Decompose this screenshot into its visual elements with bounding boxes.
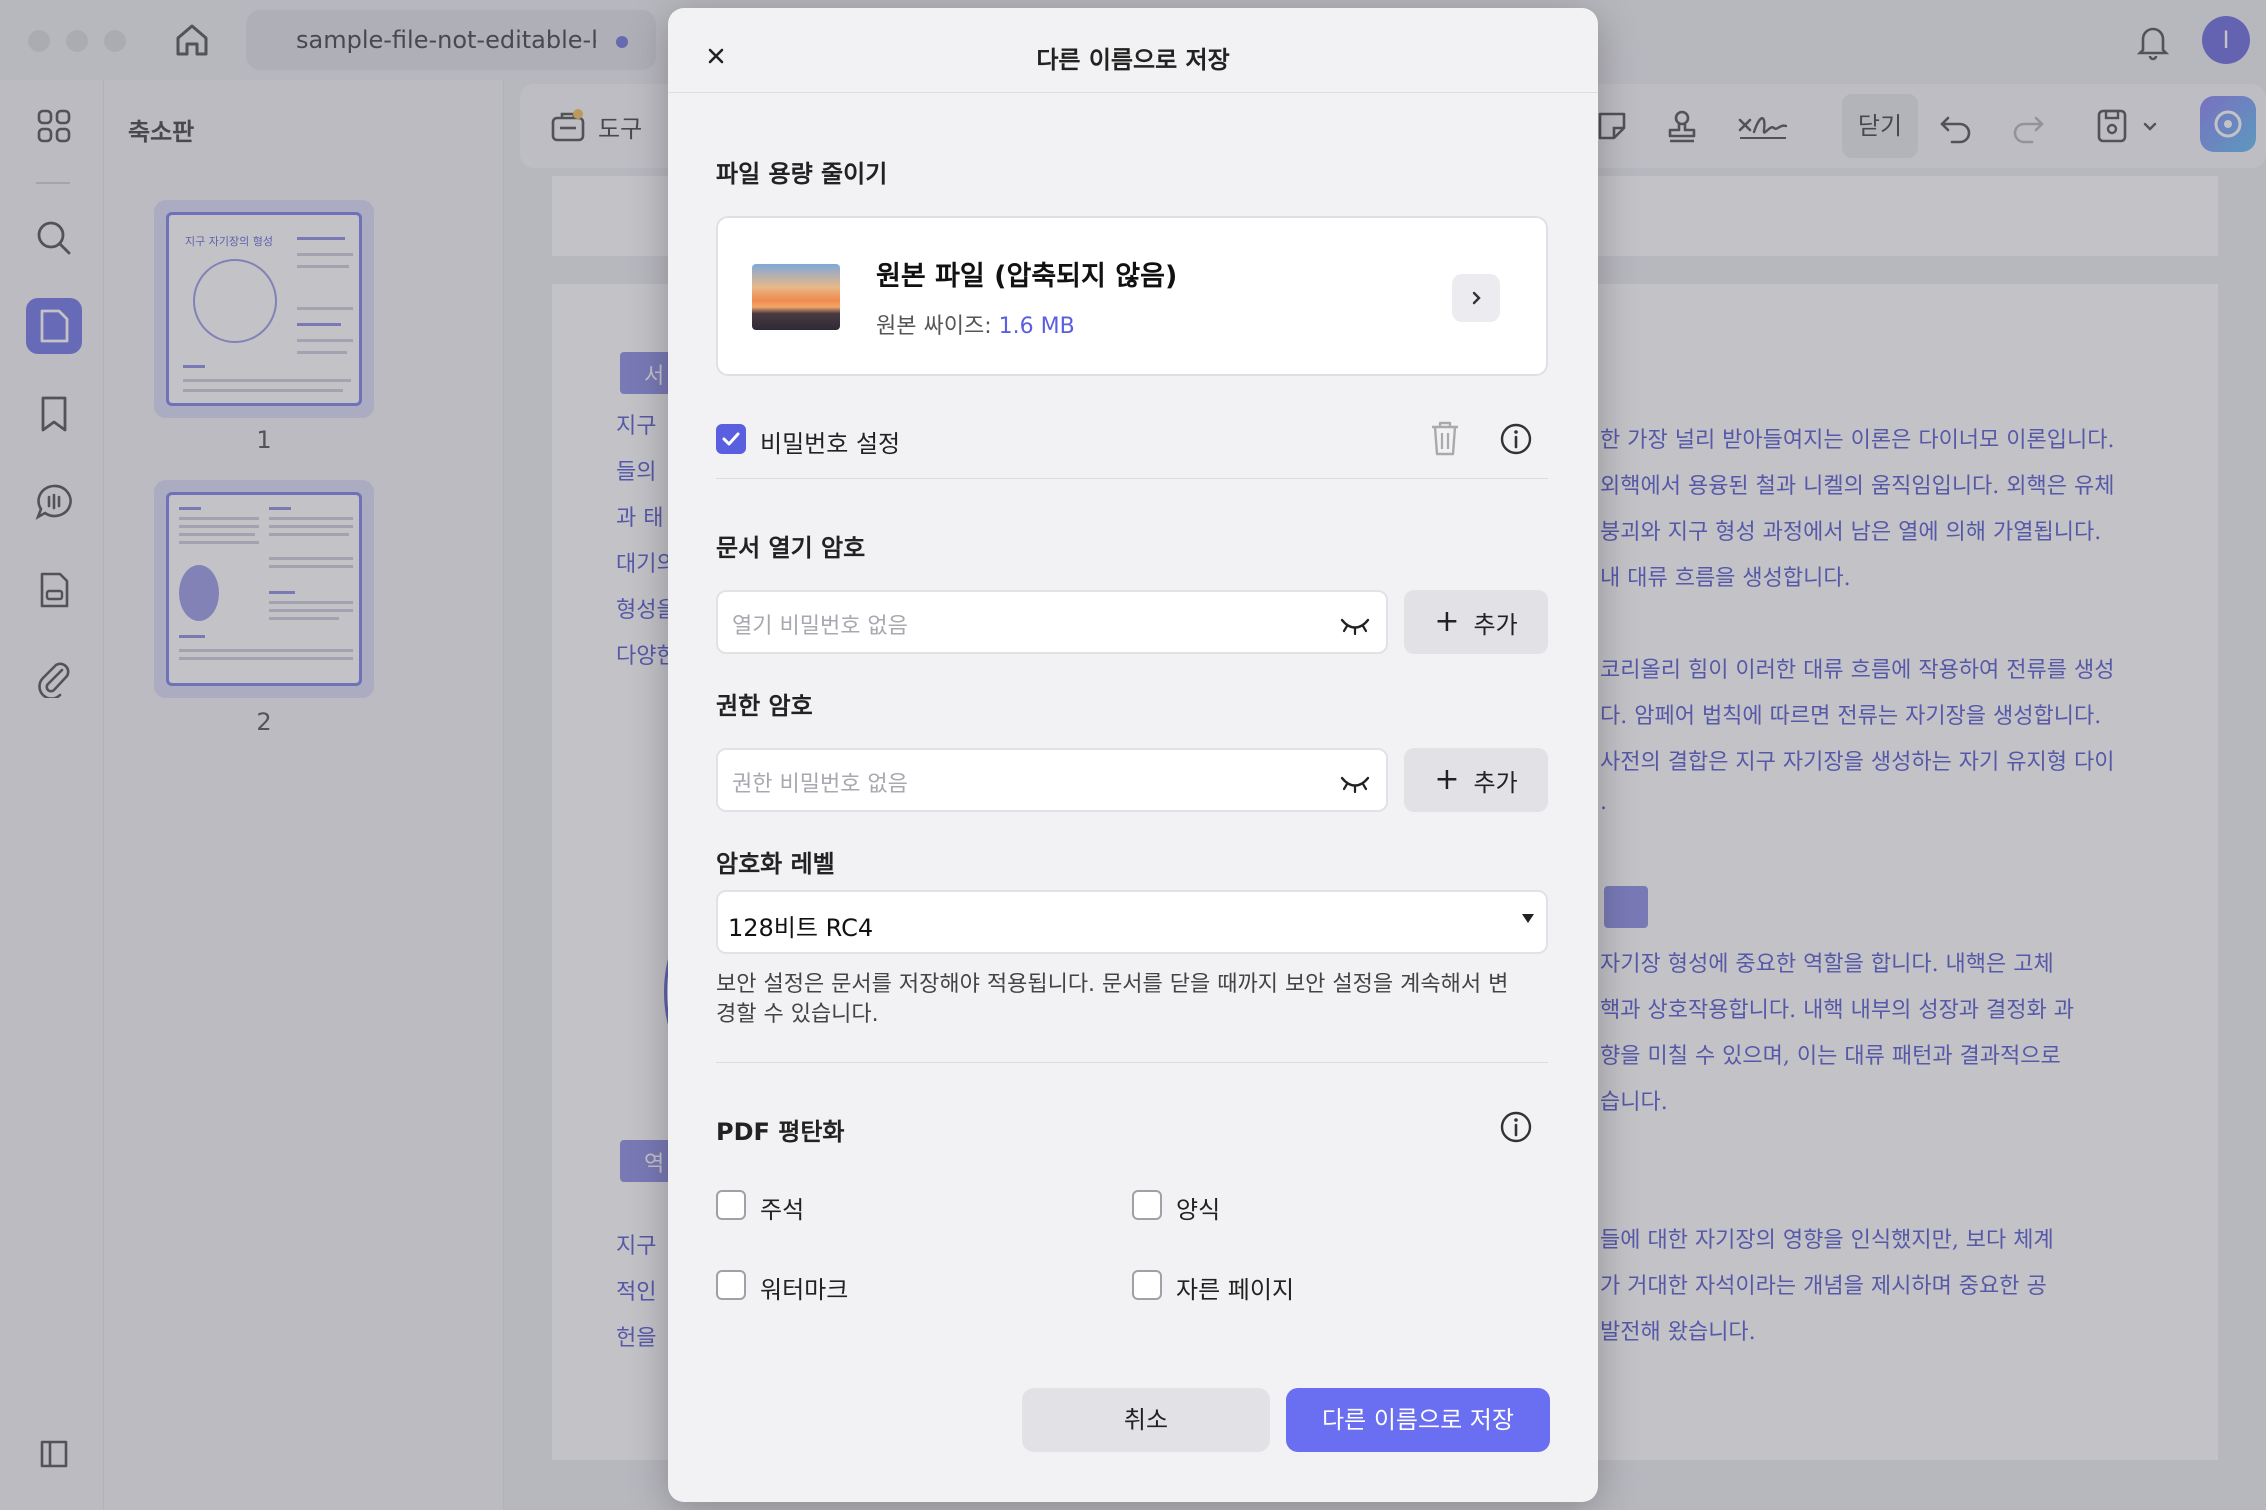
chevron-right-icon xyxy=(1472,291,1481,305)
flatten-forms-label: 양식 xyxy=(1176,1196,1221,1224)
add-permission-password-button[interactable]: + 추가 xyxy=(1404,748,1548,812)
security-note: 보안 설정은 문서를 저장해야 적용됩니다. 문서를 닫을 때까지 보안 설정을… xyxy=(716,972,1509,1027)
plus-icon: + xyxy=(1434,762,1460,797)
flatten-annotations-label: 주석 xyxy=(760,1196,805,1224)
flatten-annotations-checkbox[interactable] xyxy=(716,1190,746,1220)
file-thumbnail xyxy=(752,264,840,330)
dialog-title: 다른 이름으로 저장 xyxy=(1036,46,1230,74)
open-password-placeholder: 열기 비밀번호 없음 xyxy=(732,614,908,639)
trash-icon[interactable] xyxy=(1428,418,1462,458)
cancel-button[interactable]: 취소 xyxy=(1022,1388,1270,1452)
info-icon[interactable] xyxy=(1499,422,1533,456)
info-icon[interactable] xyxy=(1499,1110,1533,1144)
flatten-watermark-label: 워터마크 xyxy=(760,1276,849,1304)
encryption-level-select[interactable]: 128비트 RC4 xyxy=(716,890,1548,954)
checkmark-icon xyxy=(722,432,740,446)
password-setting-label: 비밀번호 설정 xyxy=(760,430,901,458)
open-password-field[interactable]: 열기 비밀번호 없음 xyxy=(716,590,1388,654)
add-open-password-button[interactable]: + 추가 xyxy=(1404,590,1548,654)
original-size: 원본 싸이즈: 1.6 MB xyxy=(876,314,1075,339)
section-divider xyxy=(716,478,1548,479)
encryption-level-value: 128비트 RC4 xyxy=(728,914,874,942)
permission-password-placeholder: 권한 비밀번호 없음 xyxy=(732,772,908,797)
reduce-size-title: 파일 용량 줄이기 xyxy=(716,160,888,188)
save-as-button[interactable]: 다른 이름으로 저장 xyxy=(1286,1388,1550,1452)
dialog-header-divider xyxy=(668,92,1598,93)
flatten-forms-checkbox[interactable] xyxy=(1132,1190,1162,1220)
save-as-dialog: 다른 이름으로 저장 파일 용량 줄이기 원본 파일 (압축되지 않음) 원본 … xyxy=(668,8,1598,1502)
password-checkbox[interactable] xyxy=(716,424,746,454)
flatten-cropped-pages-checkbox[interactable] xyxy=(1132,1270,1162,1300)
permission-password-field[interactable]: 권한 비밀번호 없음 xyxy=(716,748,1388,812)
flatten-title: PDF 평탄화 xyxy=(716,1118,845,1146)
open-password-title: 문서 열기 암호 xyxy=(716,534,866,562)
plus-icon: + xyxy=(1434,604,1460,639)
eye-closed-icon[interactable] xyxy=(1338,768,1372,796)
eye-closed-icon[interactable] xyxy=(1338,610,1372,638)
compression-option-name: 원본 파일 (압축되지 않음) xyxy=(876,261,1178,292)
compression-option-card[interactable]: 원본 파일 (압축되지 않음) 원본 싸이즈: 1.6 MB xyxy=(716,216,1548,376)
flatten-cropped-pages-label: 자른 페이지 xyxy=(1176,1276,1295,1304)
caret-down-icon xyxy=(1522,914,1534,923)
encryption-level-title: 암호화 레벨 xyxy=(716,850,835,878)
permission-password-title: 권한 암호 xyxy=(716,692,813,720)
compression-options-button[interactable] xyxy=(1452,274,1500,322)
section-divider xyxy=(716,1062,1548,1063)
flatten-watermark-checkbox[interactable] xyxy=(716,1270,746,1300)
